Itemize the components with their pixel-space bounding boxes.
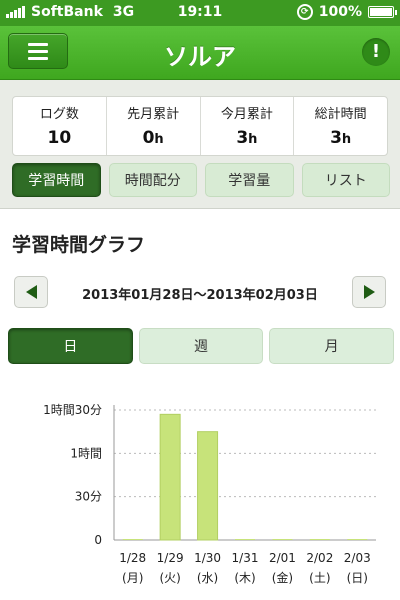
x-tick-label: 1/28 <box>119 551 146 565</box>
chart-bar <box>309 539 330 540</box>
tab-item[interactable]: 時間配分 <box>108 163 197 197</box>
chart-bar <box>272 539 293 540</box>
alert-button[interactable]: ! <box>362 38 390 66</box>
x-tick-weekday: (金) <box>272 570 293 585</box>
tab-item[interactable]: 学習時間 <box>12 163 101 197</box>
section-title: 学習時間グラフ <box>12 234 146 256</box>
x-tick-weekday: (水) <box>197 571 218 585</box>
status-bar: SoftBank 3G 19:11 ⟳ 100% <box>0 0 400 26</box>
nav-bar: ソルア ! <box>0 26 400 80</box>
status-right: ⟳ 100% <box>296 4 397 20</box>
stat-label: ログ数 <box>39 107 79 122</box>
chart-bar <box>159 413 181 541</box>
x-tick-label: 1/29 <box>157 551 184 565</box>
stat-value: 10 <box>47 128 72 148</box>
x-tick-label: 1/30 <box>194 551 221 565</box>
x-tick-label: 2/02 <box>306 551 333 565</box>
chart-bar <box>347 539 368 540</box>
page-title: ソルア <box>164 43 236 71</box>
date-range-label: 2013年01月28日〜2013年02月03日 <box>82 288 318 303</box>
x-tick-weekday: (木) <box>234 571 255 585</box>
x-tick-weekday: (火) <box>159 571 180 585</box>
battery-label: 100% <box>318 4 362 20</box>
x-tick-weekday: (日) <box>347 571 368 585</box>
x-tick-weekday: (月) <box>122 571 143 585</box>
stats-card: ログ数 10 先月累計 0h 今月累計 3h 総計時間 3h <box>12 96 388 156</box>
chart-bar <box>197 431 219 541</box>
next-week-button[interactable] <box>352 276 386 308</box>
prev-week-button[interactable] <box>14 276 48 308</box>
stat-item: 先月累計 0h <box>107 97 201 155</box>
stat-item: 総計時間 3h <box>294 97 387 155</box>
y-tick-label: 1時間30分 <box>43 403 102 417</box>
chart-bar <box>235 539 255 540</box>
stats-panel: ログ数 10 先月累計 0h 今月累計 3h 総計時間 3h 学習時間 時間配分 学習量 リスト <box>0 80 400 208</box>
y-tick-label: 30分 <box>75 490 102 504</box>
period-tabs: 日週月 <box>8 328 395 364</box>
stat-item: 今月累計 3h <box>201 97 295 155</box>
stat-label: 総計時間 <box>314 107 367 122</box>
stat-value: 0h <box>142 128 164 148</box>
chart-bar <box>122 539 143 540</box>
stat-value: 3h <box>236 128 258 148</box>
rotation-lock-icon: ⟳ <box>296 4 313 20</box>
stat-value: 3h <box>330 128 352 148</box>
x-tick-weekday: (土) <box>309 571 330 585</box>
divider <box>0 208 400 209</box>
arrow-right-icon <box>363 285 375 299</box>
stat-label: 先月累計 <box>127 107 180 122</box>
stat-label: 今月累計 <box>220 107 273 122</box>
chart-svg: 0 30分 1時間 1時間30分 1/28 (月) 1/29 (火) 1/30 (水) 1/31 (木… <box>43 403 376 585</box>
tab-item[interactable]: 学習量 <box>205 163 294 197</box>
battery-icon <box>368 6 397 18</box>
period-tab[interactable]: 日 <box>8 328 133 364</box>
y-tick-label: 1時間 <box>70 446 102 460</box>
study-time-chart: 0 30分 1時間 1時間30分 1/28 (月) 1/29 (火) 1/30 (水) 1/31 (木… <box>0 380 400 600</box>
tab-item[interactable]: リスト <box>301 163 390 197</box>
arrow-left-icon <box>25 285 37 299</box>
stat-item: ログ数 10 <box>13 97 107 155</box>
y-tick-label: 0 <box>94 533 102 547</box>
period-tab[interactable]: 週 <box>138 328 264 364</box>
main-tabs: 学習時間 時間配分 学習量 リスト <box>12 163 390 197</box>
period-tab[interactable]: 月 <box>269 328 395 364</box>
x-tick-label: 2/03 <box>344 551 371 565</box>
x-tick-label: 2/01 <box>269 551 296 565</box>
x-tick-label: 1/31 <box>232 551 259 565</box>
